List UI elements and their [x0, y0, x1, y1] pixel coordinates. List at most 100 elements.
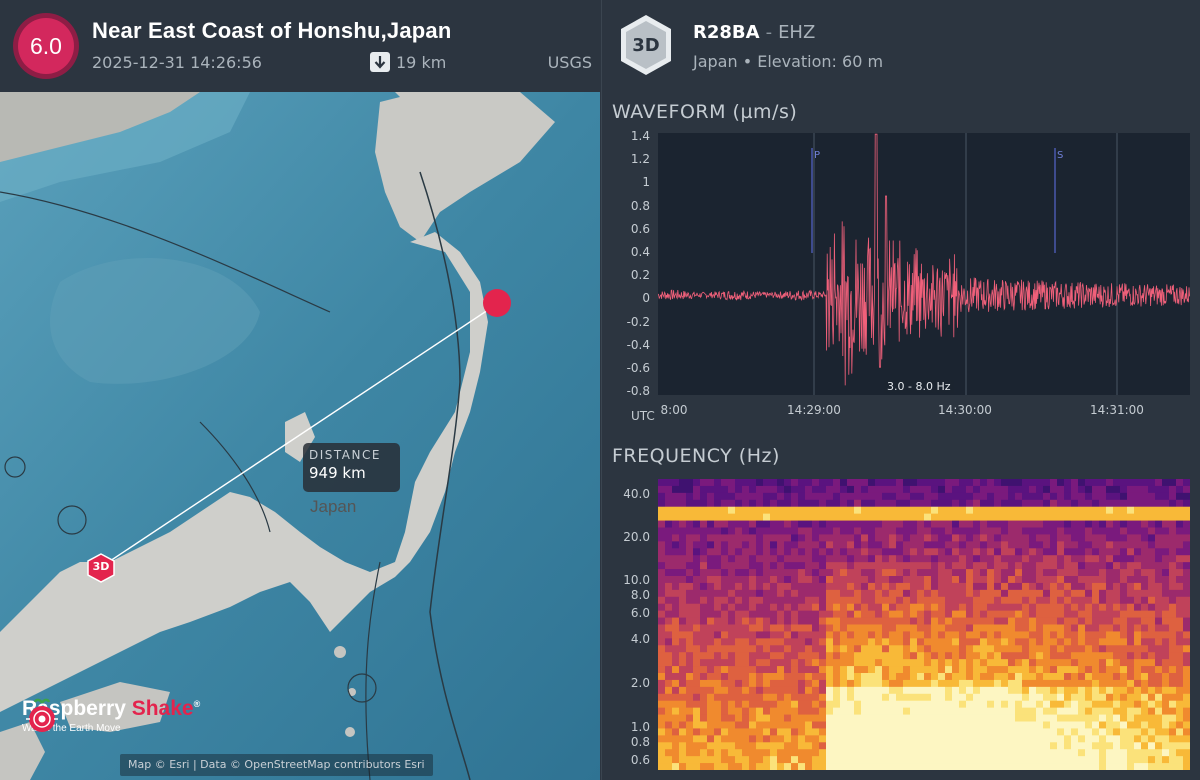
- spectrogram-cell: [812, 527, 820, 535]
- spectrogram-cell: [1155, 673, 1163, 681]
- spectrogram-cell: [742, 492, 750, 501]
- spectrogram-cell: [665, 617, 673, 625]
- spectrogram-cell: [1113, 714, 1121, 722]
- spectrogram-cell: [1029, 492, 1037, 501]
- spectrogram-cell: [1092, 617, 1100, 625]
- spectrogram-cell: [1127, 700, 1135, 709]
- spectrogram-cell: [1043, 492, 1051, 501]
- waveform-plot[interactable]: PS: [658, 133, 1190, 395]
- spectrogram-cell: [763, 513, 771, 521]
- magnitude-badge[interactable]: 6.0: [13, 13, 79, 79]
- spectrogram-cell: [980, 569, 988, 577]
- spectrogram-cell: [1029, 631, 1037, 639]
- spectrogram-cell: [1078, 659, 1086, 667]
- spectrogram-cell: [1001, 749, 1009, 757]
- spectrogram-cell: [770, 548, 778, 556]
- spectrogram-cell: [784, 534, 792, 542]
- spectrogram-cell: [1099, 679, 1107, 688]
- spectrogram-cell: [763, 666, 771, 674]
- spectrogram-cell: [959, 693, 967, 702]
- p-pick-label: P: [814, 150, 820, 161]
- spectrogram-cell: [728, 742, 736, 750]
- spectrogram-cell: [1050, 499, 1058, 508]
- spectrogram-cell: [833, 756, 841, 764]
- station-marker[interactable]: 3D: [86, 553, 116, 583]
- spectrogram-cell: [1183, 562, 1190, 570]
- spectrogram-cell: [868, 686, 876, 695]
- spectrogram-cell: [931, 742, 939, 750]
- spectrogram-cell: [714, 756, 722, 764]
- spectrogram-cell: [1106, 624, 1114, 632]
- spectrogram-cell: [917, 492, 925, 501]
- spectrogram-cell: [658, 707, 666, 715]
- spectrogram-cell: [1078, 527, 1086, 535]
- spectrogram-cell: [1064, 631, 1072, 639]
- spectrogram-cell: [1036, 638, 1044, 646]
- spectrogram-cell: [1092, 555, 1100, 563]
- spectrogram-cell: [980, 707, 988, 715]
- spectrogram-y-tick: 10.0: [623, 573, 650, 587]
- spectrogram-cell: [1120, 673, 1128, 681]
- spectrogram-cell: [987, 631, 995, 639]
- spectrogram-cell: [791, 673, 799, 681]
- spectrogram-cell: [693, 721, 701, 729]
- spectrogram-cell: [882, 624, 890, 632]
- spectrogram-cell: [840, 541, 848, 549]
- epicenter-marker[interactable]: [483, 289, 511, 317]
- waveform-y-tick: -0.4: [626, 337, 650, 352]
- spectrogram-cell: [672, 617, 680, 625]
- spectrogram-cell: [903, 742, 911, 750]
- spectrogram-cell: [672, 659, 680, 667]
- spectrogram-cell: [896, 562, 904, 570]
- spectrogram-plot[interactable]: [658, 479, 1190, 770]
- spectrogram-cell: [959, 617, 967, 625]
- spectrogram-cell: [854, 479, 862, 487]
- spectrogram-cell: [1176, 679, 1184, 688]
- spectrogram-cell: [784, 596, 792, 605]
- spectrogram-cell: [889, 707, 897, 715]
- spectrogram-cell: [1064, 513, 1072, 521]
- spectrogram-cell: [763, 555, 771, 563]
- spectrogram-cell: [770, 686, 778, 695]
- spectrogram-cell: [707, 693, 715, 702]
- spectrogram-cell: [1134, 548, 1142, 556]
- spectrogram-cell: [1043, 527, 1051, 535]
- map-attribution[interactable]: Map © Esri | Data © OpenStreetMap contri…: [120, 754, 433, 776]
- spectrogram-cell: [658, 645, 666, 653]
- spectrogram-cell: [889, 693, 897, 702]
- spectrogram-cell: [756, 499, 764, 508]
- spectrogram-cell: [1071, 645, 1079, 653]
- spectrogram-cell: [707, 638, 715, 646]
- spectrogram-cell: [735, 506, 743, 515]
- spectrogram-cell: [1001, 742, 1009, 750]
- spectrogram-cell: [672, 686, 680, 695]
- spectrogram-cell: [1183, 728, 1190, 736]
- spectrogram-cell: [686, 555, 694, 563]
- spectrogram-cell: [945, 742, 953, 750]
- spectrogram-cell: [903, 610, 911, 618]
- spectrogram-cell: [966, 728, 974, 736]
- spectrogram-cell: [784, 492, 792, 501]
- spectrogram-cell: [1015, 520, 1023, 528]
- spectrogram-cell: [819, 513, 827, 521]
- spectrogram-cell: [966, 749, 974, 757]
- map-view[interactable]: DISTANCE 949 km Japan 3D Raspberry Shake…: [0, 92, 600, 780]
- spectrogram-cell: [973, 659, 981, 667]
- spectrogram-cell: [1134, 631, 1142, 639]
- spectrogram-cell: [882, 707, 890, 715]
- spectrogram-cell: [1127, 596, 1135, 605]
- spectrogram-cell: [672, 527, 680, 535]
- spectrogram-cell: [1071, 527, 1079, 535]
- spectrogram-cell: [1106, 652, 1114, 660]
- spectrogram-cell: [1134, 569, 1142, 577]
- spectrogram-cell: [1092, 479, 1100, 487]
- spectrogram-cell: [1008, 735, 1016, 743]
- spectrogram-cell: [679, 541, 687, 549]
- spectrogram-cell: [749, 679, 757, 688]
- spectrogram-cell: [931, 569, 939, 577]
- spectrogram-cell: [1141, 735, 1149, 743]
- spectrogram-cell: [952, 624, 960, 632]
- spectrogram-cell: [1001, 624, 1009, 632]
- spectrogram-cell: [1148, 714, 1156, 722]
- spectrogram-cell: [1155, 617, 1163, 625]
